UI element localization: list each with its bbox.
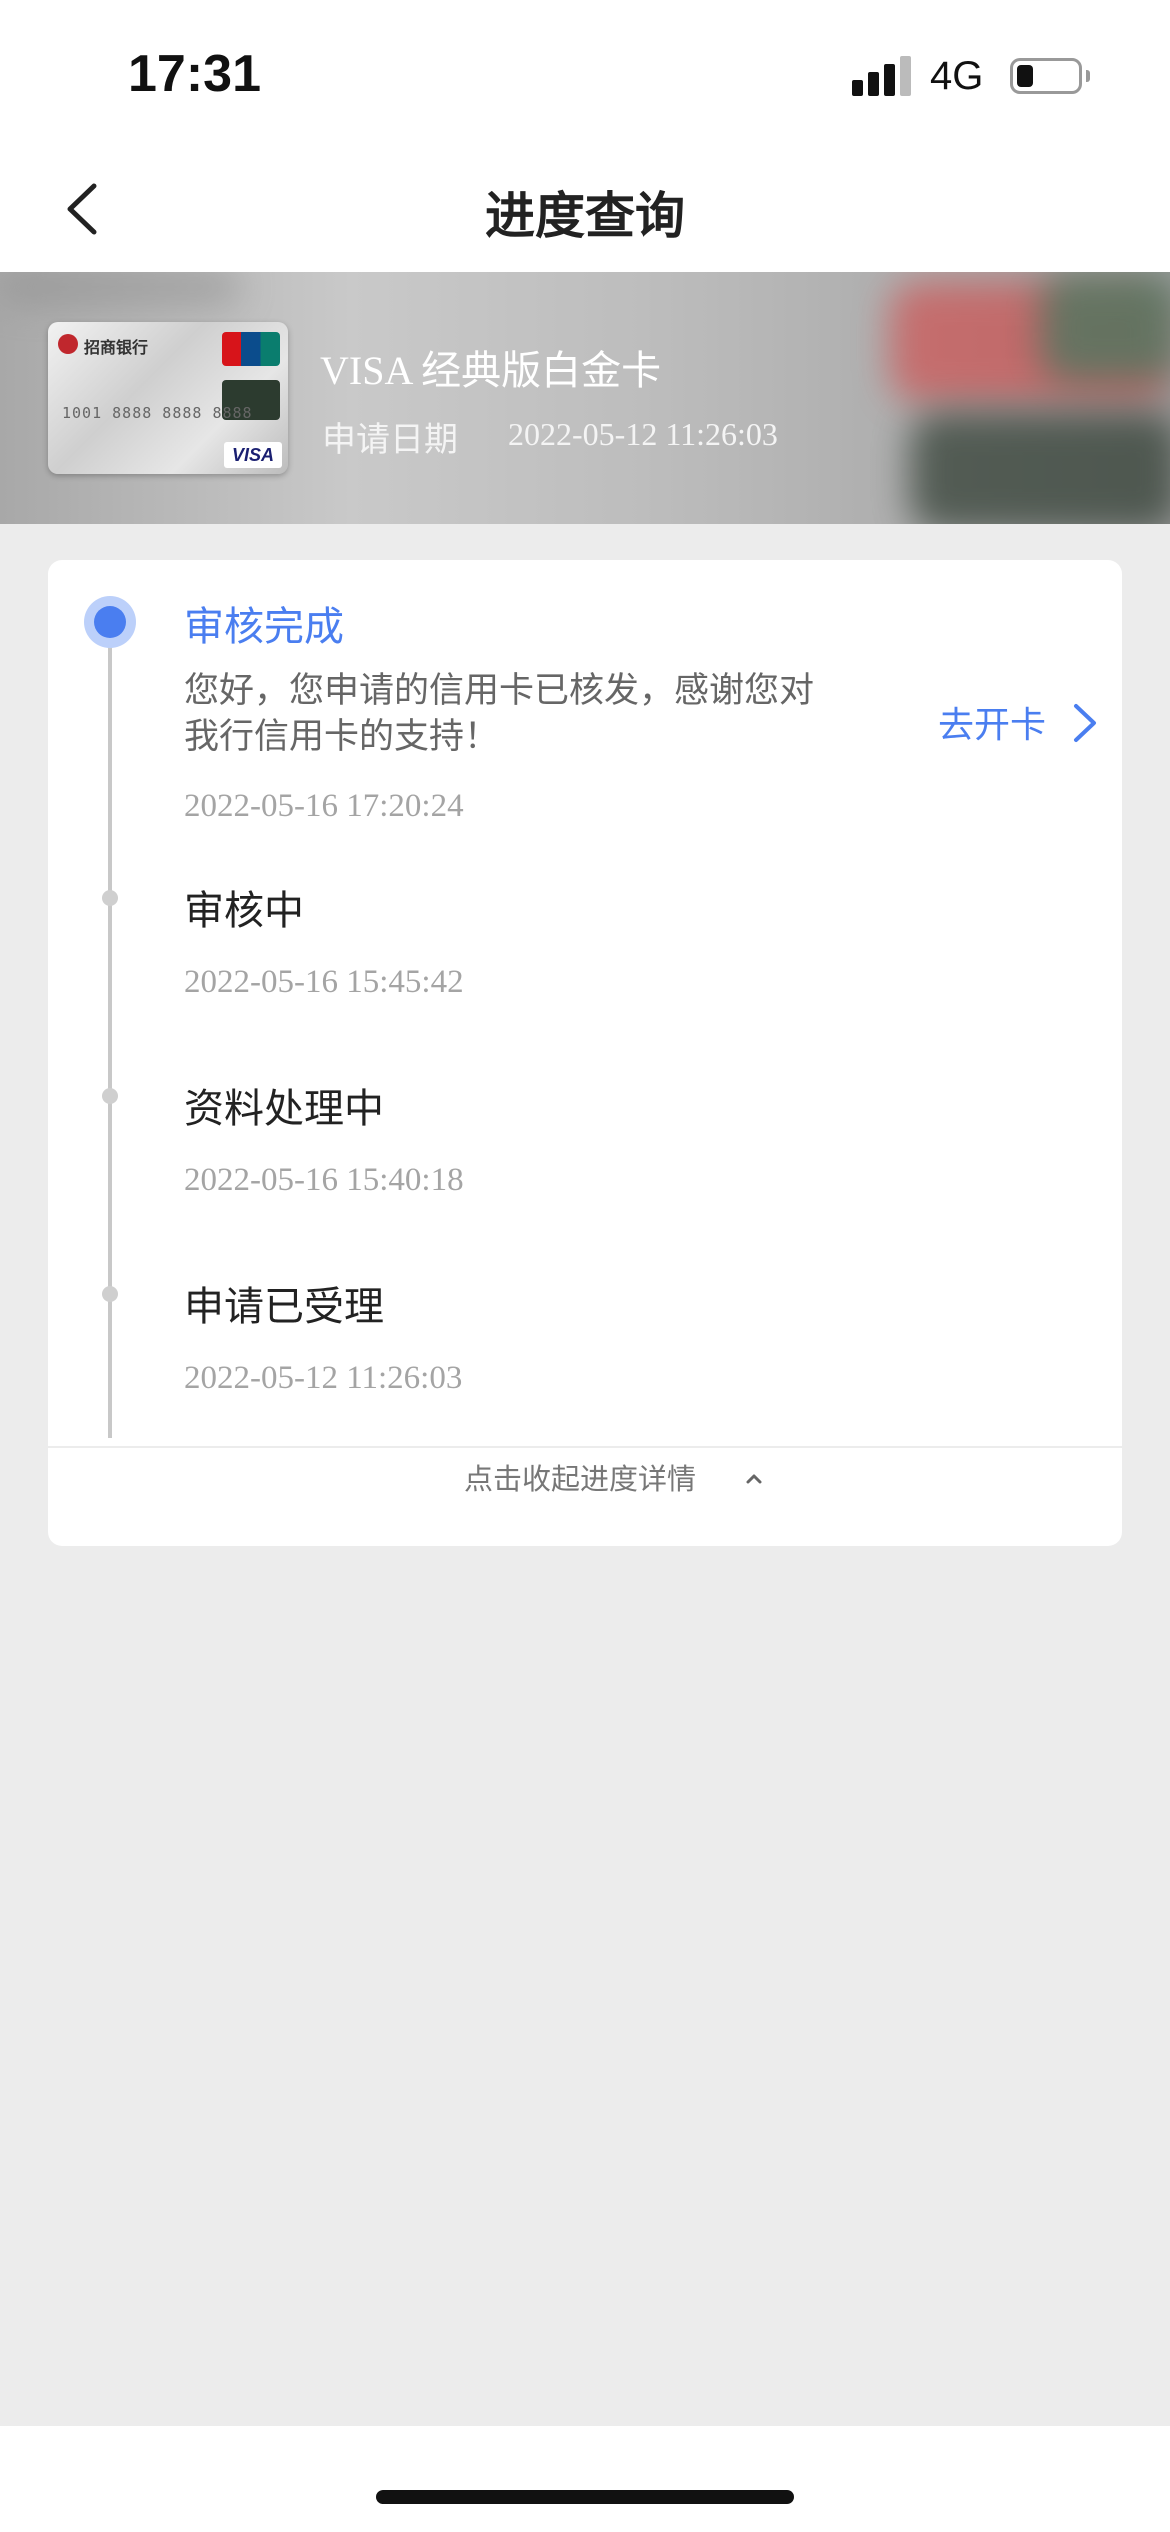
unionpay-logo-icon <box>222 332 280 366</box>
step-description: 您好，您申请的信用卡已核发，感谢您对我行信用卡的支持！ <box>184 671 815 757</box>
card-header: 招商银行 1001 8888 8888 8888 VISA VISA 经典版白金… <box>0 272 1170 524</box>
timeline-dot-active-core <box>94 606 126 638</box>
activate-card-link[interactable]: 去开卡 <box>938 696 1046 748</box>
status-bar: 17:31 4G <box>0 0 1170 150</box>
bank-logo-icon <box>58 334 78 354</box>
card-bank-name: 招商银行 <box>84 338 149 357</box>
page-title: 进度查询 <box>485 187 685 245</box>
timeline-dot <box>102 1286 118 1302</box>
background-decoration <box>910 412 1170 524</box>
nav-bar: 进度查询 <box>0 150 1170 272</box>
bottom-bar <box>0 2426 1170 2532</box>
step-time: 2022-05-12 11:26:03 <box>184 1360 463 1396</box>
step-title-reviewing: 审核中 <box>184 888 304 934</box>
step-time: 2022-05-16 17:20:24 <box>184 788 464 824</box>
step-time: 2022-05-16 15:45:42 <box>184 964 464 1000</box>
progress-query-page: 17:31 4G 进度查询 招商银行 1001 8888 8888 8888 V… <box>0 0 1170 2532</box>
timeline-dot <box>102 1088 118 1104</box>
card-number: 1001 8888 8888 8888 <box>62 404 253 422</box>
timeline-dot <box>102 890 118 906</box>
card-name: VISA 经典版白金卡 <box>320 348 662 393</box>
chevron-up-icon[interactable] <box>742 1466 766 1490</box>
background-decoration <box>1040 272 1170 382</box>
battery-tip <box>1086 70 1090 82</box>
home-indicator[interactable] <box>376 2490 794 2504</box>
timeline-line <box>108 620 112 1438</box>
step-title-approved: 审核完成 <box>184 604 344 650</box>
step-time: 2022-05-16 15:40:18 <box>184 1162 464 1198</box>
chevron-right-icon[interactable] <box>1066 700 1102 746</box>
signal-icon <box>852 56 914 96</box>
step-title-processing: 资料处理中 <box>184 1086 384 1132</box>
status-time: 17:31 <box>128 45 261 103</box>
collapse-details-link[interactable]: 点击收起进度详情 <box>464 1456 696 1498</box>
background-decoration <box>0 272 240 302</box>
battery-icon <box>1010 58 1082 94</box>
apply-date: 2022-05-12 11:26:03 <box>508 416 778 452</box>
visa-logo: VISA <box>224 442 282 468</box>
credit-card-image: 招商银行 1001 8888 8888 8888 VISA <box>48 322 288 474</box>
step-title-accepted: 申请已受理 <box>184 1284 384 1330</box>
network-type: 4G <box>930 54 984 98</box>
apply-date-label: 申请日期 <box>322 420 458 460</box>
